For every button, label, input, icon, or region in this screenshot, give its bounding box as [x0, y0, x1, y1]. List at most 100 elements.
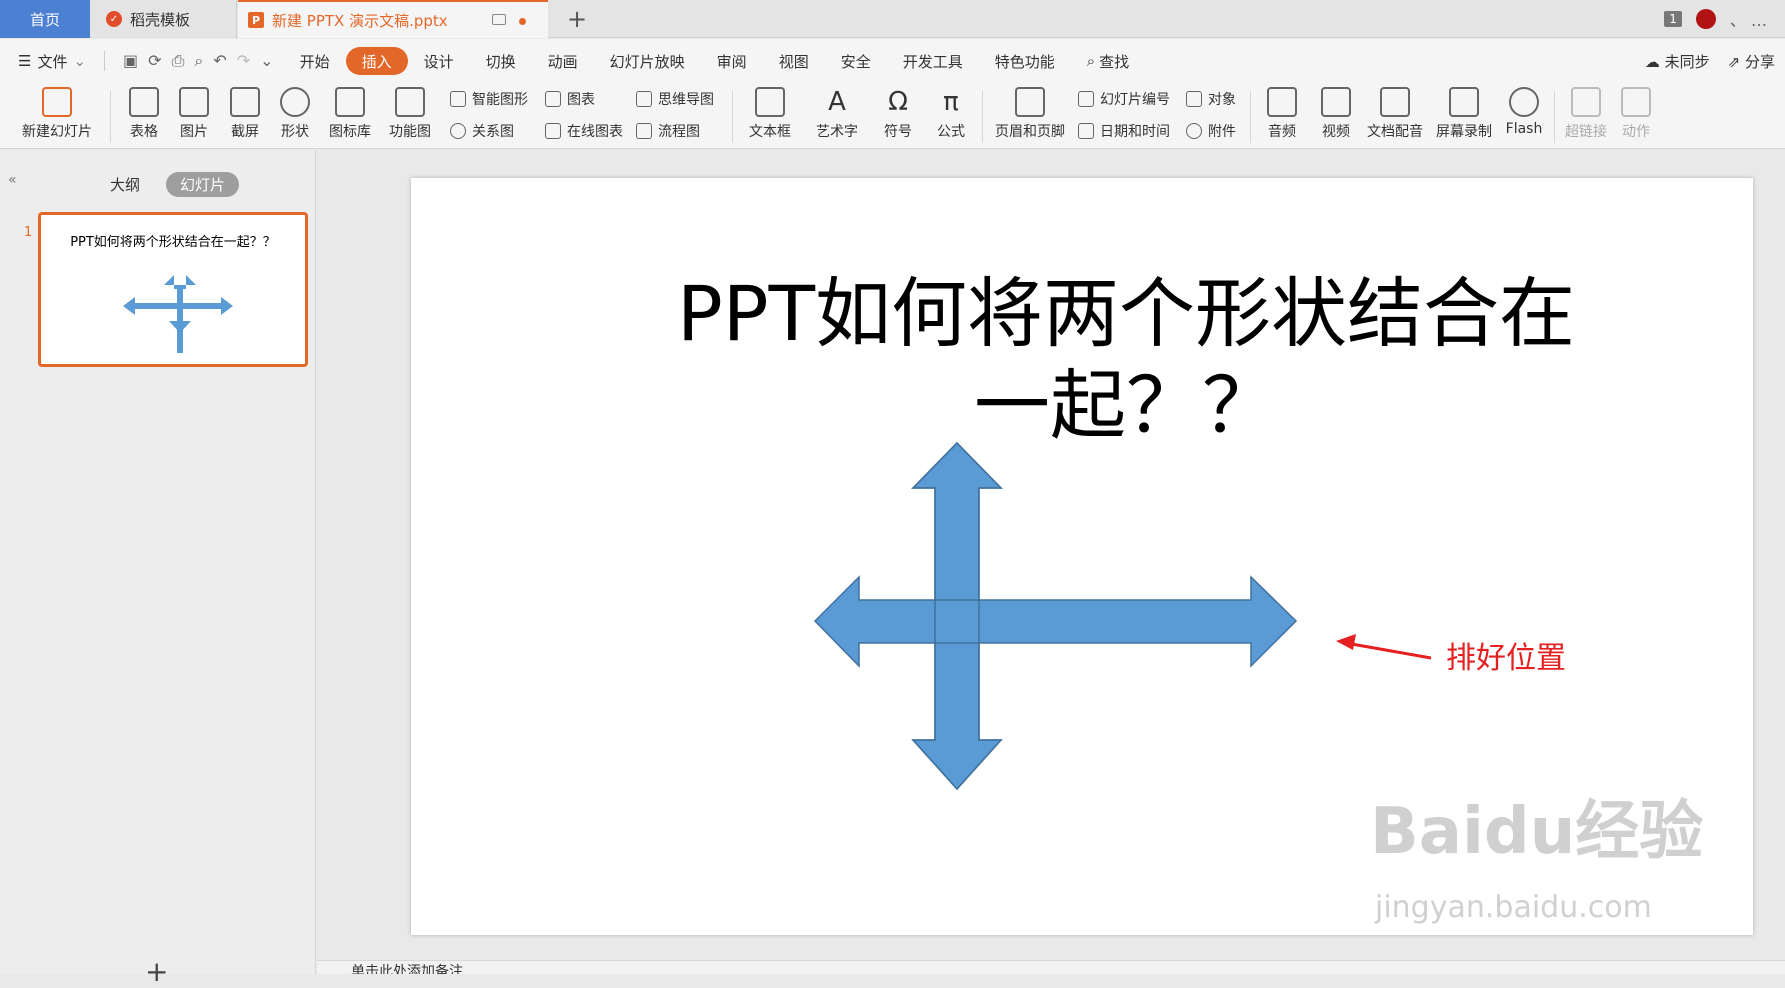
collapse-panel-icon[interactable]: « — [8, 172, 17, 188]
function-chart-button[interactable]: 功能图 — [380, 83, 440, 141]
speaker-icon — [1267, 87, 1297, 117]
icon-library-button[interactable]: 图标库 — [324, 83, 376, 141]
formula-button[interactable]: π 公式 — [926, 83, 976, 141]
tab-transition[interactable]: 切换 — [470, 47, 532, 75]
sync-button[interactable]: ☁ 未同步 — [1645, 51, 1710, 72]
doc-voice-button[interactable]: 文档配音 — [1364, 83, 1426, 141]
mindmap-label: 思维导图 — [658, 92, 714, 108]
textbox-button[interactable]: 文本框 — [740, 83, 800, 141]
function-chart-icon — [395, 87, 425, 117]
new-tab-button[interactable]: + — [560, 0, 594, 38]
undo-icon[interactable]: ↶ — [213, 51, 226, 71]
tab-insert[interactable]: 插入 — [345, 47, 408, 75]
object-button[interactable]: 对象 — [1186, 89, 1236, 109]
tab-review[interactable]: 审阅 — [701, 47, 763, 75]
tab-design[interactable]: 设计 — [408, 47, 470, 75]
chevron-down-icon: ⌄ — [73, 52, 87, 70]
tab-developer[interactable]: 开发工具 — [887, 47, 979, 75]
watermark-brand: Baidu经验 — [1370, 795, 1704, 869]
shape-button[interactable]: 形状 — [271, 83, 319, 141]
tab-document[interactable]: P 新建 PPTX 演示文稿.pptx — [238, 0, 548, 38]
screen-record-button[interactable]: 屏幕录制 — [1432, 83, 1496, 141]
tab-security[interactable]: 安全 — [825, 47, 887, 75]
print-icon[interactable]: ⎙ — [172, 51, 185, 71]
attachment-label: 附件 — [1208, 124, 1236, 140]
more-icon[interactable]: 、 … — [1730, 7, 1767, 31]
picture-button[interactable]: 图片 — [170, 83, 218, 141]
notes-area[interactable]: 单击此处添加备注 — [317, 960, 1785, 974]
shape-label: 形状 — [281, 124, 309, 140]
smart-shape-button[interactable]: 智能图形 — [450, 89, 528, 109]
tab-outline[interactable]: 大纲 — [96, 172, 154, 197]
formula-label: 公式 — [937, 124, 965, 140]
slide-number-button[interactable]: 幻灯片编号 — [1078, 89, 1170, 109]
video-button[interactable]: 视频 — [1310, 83, 1362, 141]
function-chart-label: 功能图 — [389, 124, 431, 140]
horizontal-double-arrow-shape[interactable] — [813, 575, 1298, 668]
header-footer-label: 页眉和页脚 — [995, 124, 1065, 140]
mindmap-button[interactable]: 思维导图 — [636, 89, 714, 109]
table-icon — [129, 87, 159, 117]
vertical-arrow-overlay — [911, 441, 1003, 791]
window-count-badge[interactable]: 1 — [1664, 11, 1682, 27]
docer-logo-icon: ✓ — [106, 11, 122, 27]
tab-slides[interactable]: 幻灯片 — [166, 172, 240, 197]
link-icon — [1571, 87, 1601, 117]
print-preview-icon[interactable]: ⌕ — [194, 51, 203, 71]
wordart-button[interactable]: A 艺术字 — [806, 83, 868, 141]
hamburger-icon: ☰ — [18, 52, 32, 70]
slide-thumbnail[interactable]: PPT如何将两个形状结合在一起？？ — [38, 212, 308, 367]
vertical-double-arrow-shape[interactable] — [911, 441, 1003, 791]
header-footer-button[interactable]: 页眉和页脚 — [990, 83, 1070, 141]
smart-shape-label: 智能图形 — [472, 92, 528, 108]
view-tabs: 大纲 幻灯片 — [96, 172, 240, 197]
search-button[interactable]: ⌕ 查找 — [1071, 47, 1145, 75]
tab-view[interactable]: 视图 — [763, 47, 825, 75]
slide-number-label: 幻灯片编号 — [1100, 92, 1170, 108]
screenshot-button[interactable]: 截屏 — [221, 83, 269, 141]
redo-icon[interactable]: ↷ — [237, 51, 250, 71]
share-button[interactable]: ⇗ 分享 — [1728, 51, 1775, 72]
object-icon — [1186, 91, 1202, 107]
microphone-icon — [1380, 87, 1410, 117]
flowchart-icon — [636, 123, 652, 139]
tab-home[interactable]: 首页 — [0, 0, 90, 38]
attachment-button[interactable]: 附件 — [1186, 121, 1236, 141]
quick-access-toolbar: ▣ ⟳ ⎙ ⌕ ↶ ↷ ⌄ — [113, 51, 284, 71]
monitor-icon[interactable] — [492, 14, 506, 25]
relation-chart-icon — [450, 123, 466, 139]
share-label: 分享 — [1744, 52, 1775, 71]
avatar[interactable] — [1695, 9, 1716, 29]
audio-button[interactable]: 音频 — [1256, 83, 1308, 141]
tab-features[interactable]: 特色功能 — [979, 47, 1071, 75]
object-label: 对象 — [1208, 92, 1236, 108]
tab-bar: 首页 ✓ 稻壳模板 P 新建 PPTX 演示文稿.pptx + 1 、 … — [0, 0, 1785, 38]
table-button[interactable]: 表格 — [120, 83, 168, 141]
tab-start[interactable]: 开始 — [284, 47, 346, 75]
new-slide-button[interactable]: 新建幻灯片 — [12, 83, 102, 141]
chart-button[interactable]: 图表 — [545, 89, 595, 109]
customize-icon[interactable]: ⌄ — [260, 51, 273, 71]
format-painter-icon[interactable]: ⟳ — [148, 51, 161, 71]
save-icon[interactable]: ▣ — [123, 51, 138, 71]
tab-template[interactable]: ✓ 稻壳模板 — [92, 0, 237, 38]
add-slide-button[interactable]: + — [145, 955, 168, 988]
tab-slideshow[interactable]: 幻灯片放映 — [594, 47, 701, 75]
relation-chart-button[interactable]: 关系图 — [450, 121, 514, 141]
tab-animation[interactable]: 动画 — [532, 47, 594, 75]
divider — [732, 91, 733, 143]
divider — [110, 91, 111, 143]
shape-icon — [280, 87, 310, 117]
flowchart-button[interactable]: 流程图 — [636, 121, 700, 141]
tab-template-label: 稻壳模板 — [130, 10, 191, 29]
date-time-button[interactable]: 日期和时间 — [1078, 121, 1170, 141]
slide-title[interactable]: PPT如何将两个形状结合在 一起？？ — [561, 268, 1691, 452]
smart-shape-icon — [450, 91, 466, 107]
online-chart-button[interactable]: 在线图表 — [545, 121, 623, 141]
hyperlink-button[interactable]: 超链接 — [1560, 83, 1612, 141]
flash-button[interactable]: Flash — [1500, 83, 1548, 137]
symbol-button[interactable]: Ω 符号 — [873, 83, 923, 141]
file-menu-label: 文件 — [37, 52, 68, 71]
file-menu-button[interactable]: ☰ 文件 ⌄ — [0, 51, 96, 72]
action-button[interactable]: 动作 — [1612, 83, 1660, 141]
